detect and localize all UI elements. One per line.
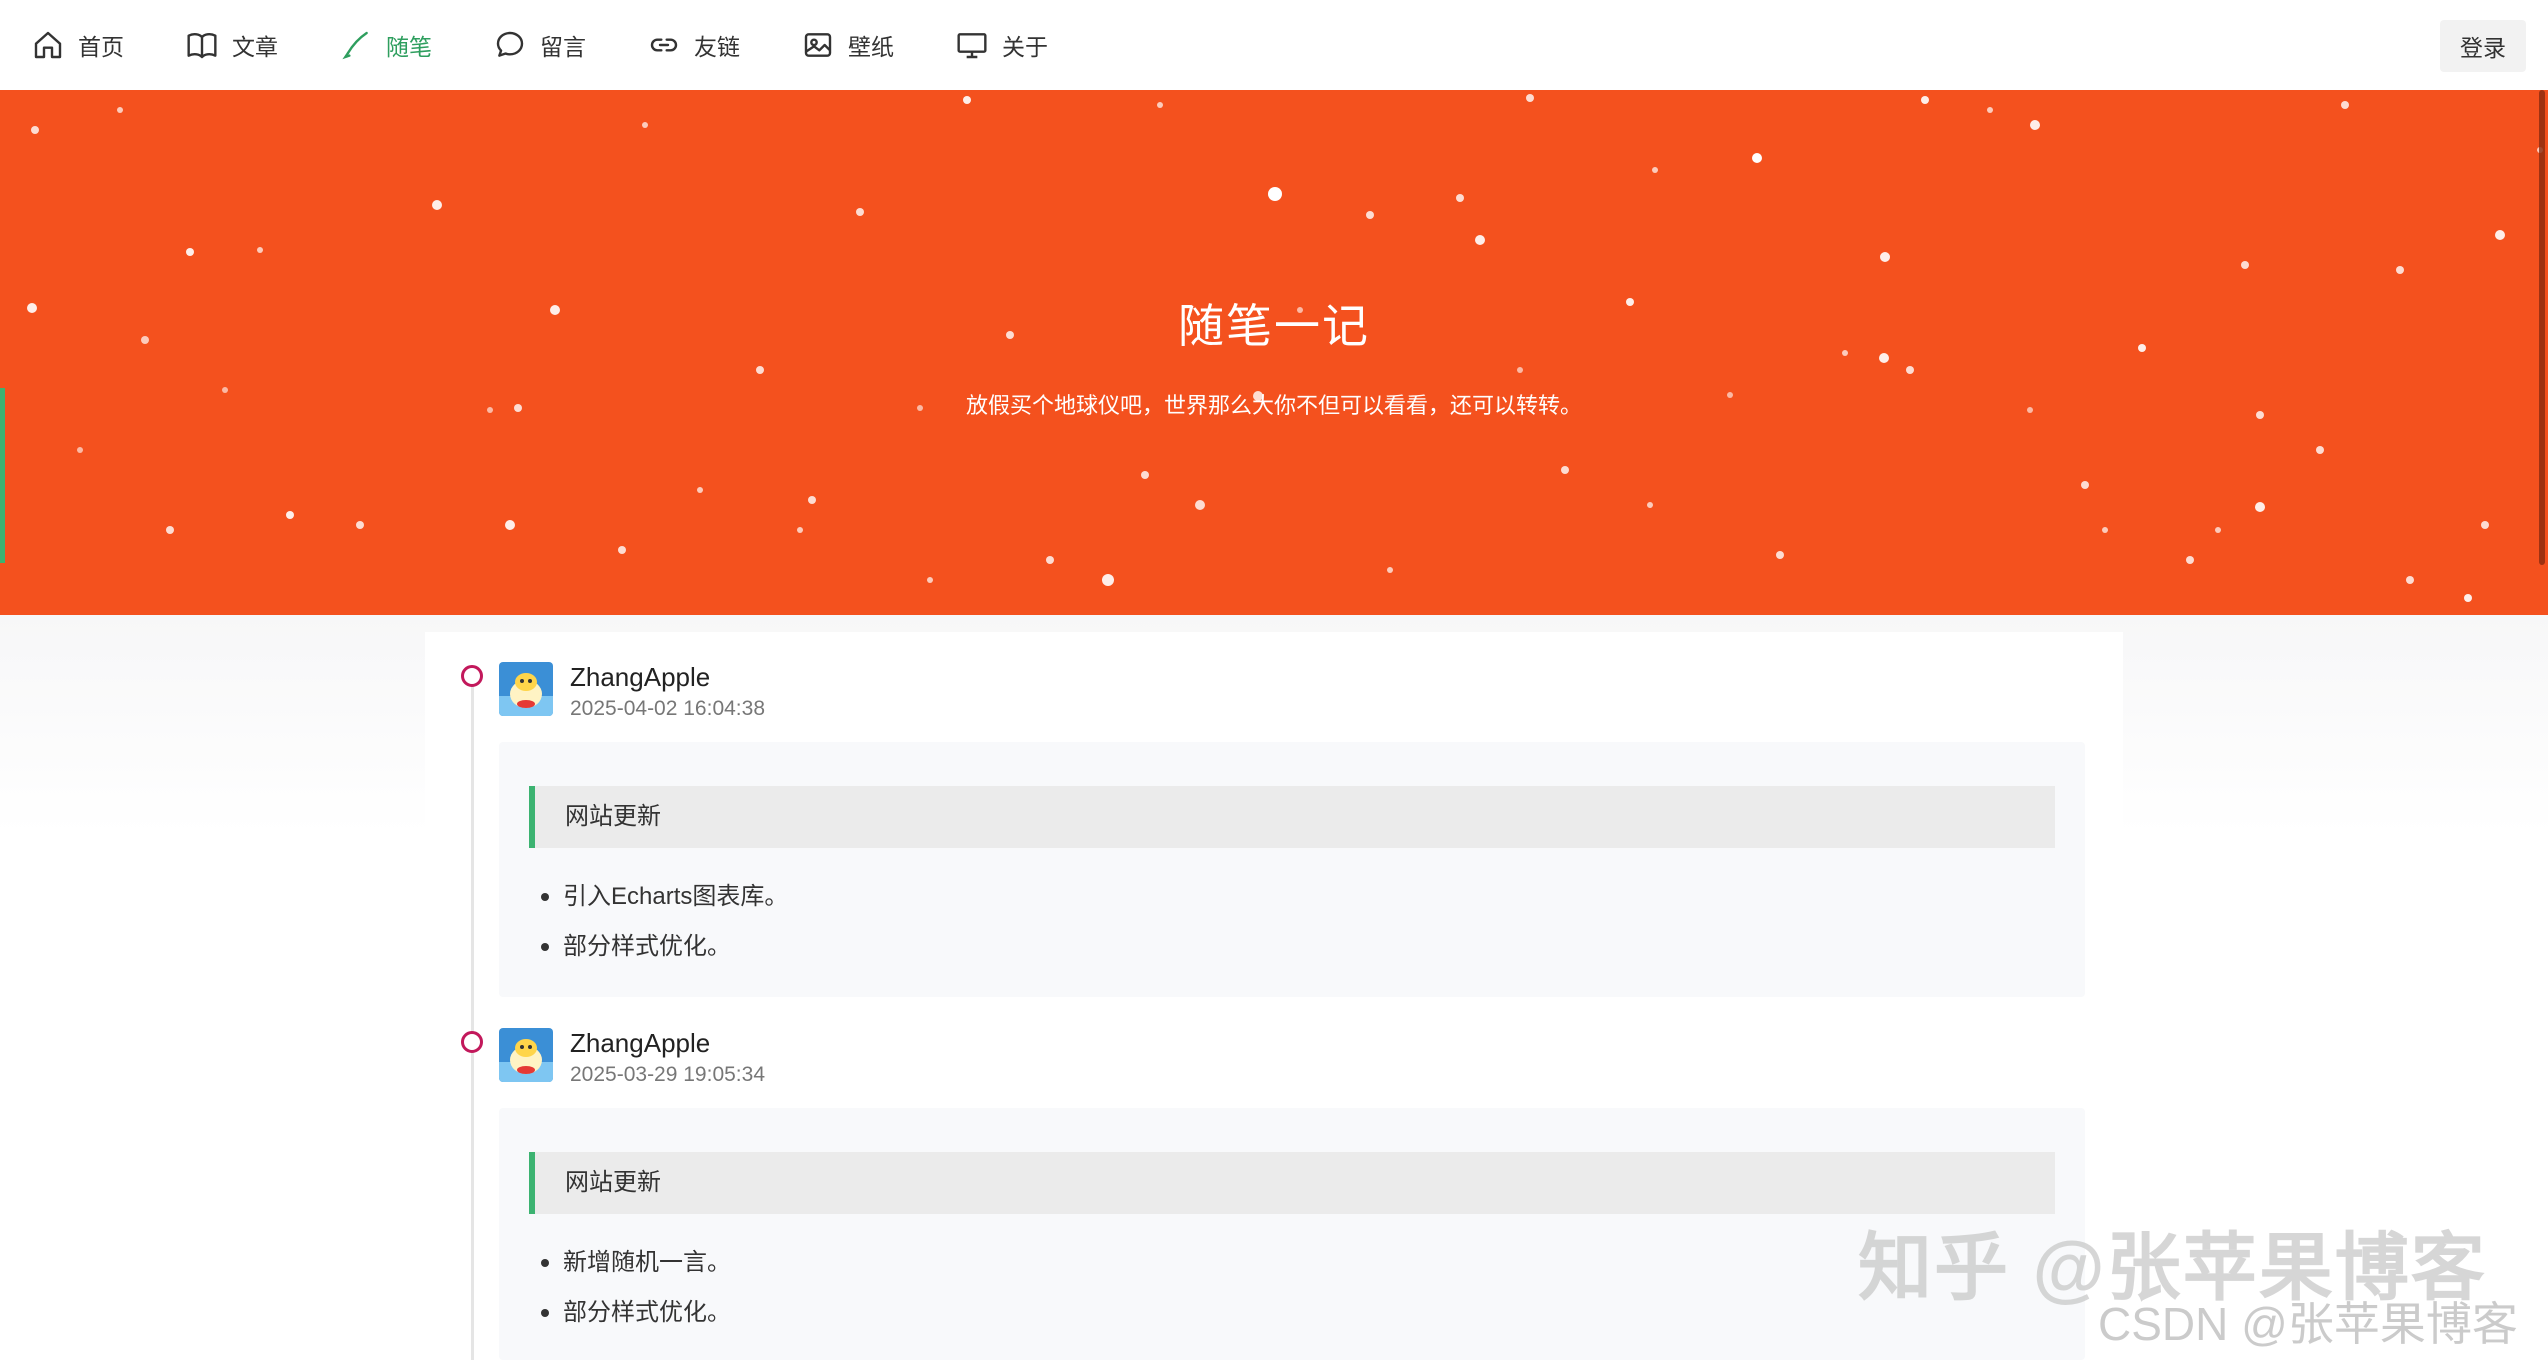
nav-item-links[interactable]: 友链: [648, 0, 740, 90]
book-icon: [186, 29, 218, 61]
chat-icon: [494, 29, 526, 61]
post-content: 网站更新 新增随机一言。 部分样式优化。: [499, 1108, 2085, 1360]
list-item: 新增随机一言。: [541, 1238, 731, 1288]
nav-item-label: 文章: [232, 28, 278, 62]
timeline-dot: [461, 665, 483, 687]
post-time: 2025-04-02 16:04:38: [570, 697, 765, 721]
list-item: 引入Echarts图表库。: [541, 872, 788, 922]
nav-item-about[interactable]: 关于: [956, 0, 1048, 90]
avatar-image: [499, 662, 553, 716]
list-item: 部分样式优化。: [541, 922, 788, 972]
nav-item-label: 随笔: [386, 28, 432, 62]
list-item: 部分样式优化。: [541, 1288, 731, 1338]
post-list: 引入Echarts图表库。 部分样式优化。: [541, 872, 788, 972]
post-list: 新增随机一言。 部分样式优化。: [541, 1238, 731, 1338]
image-icon: [802, 29, 834, 61]
avatar-image: [499, 1028, 553, 1082]
monitor-icon: [956, 29, 988, 61]
avatar[interactable]: [499, 662, 553, 716]
avatar[interactable]: [499, 1028, 553, 1082]
nav-item-label: 首页: [78, 28, 124, 62]
home-icon: [32, 29, 64, 61]
login-button[interactable]: 登录: [2440, 20, 2526, 72]
nav-item-label: 留言: [540, 28, 586, 62]
post-heading: 网站更新: [529, 1152, 2055, 1214]
nav-item-wallpaper[interactable]: 壁纸: [802, 0, 894, 90]
hero-subtitle: 放假买个地球仪吧，世界那么大你不但可以看看，还可以转转。: [0, 388, 2548, 420]
hero-title: 随笔一记: [0, 290, 2548, 356]
timeline-dot: [461, 1031, 483, 1053]
hero-banner: 随笔一记 放假买个地球仪吧，世界那么大你不但可以看看，还可以转转。: [0, 90, 2548, 615]
nav-item-messages[interactable]: 留言: [494, 0, 586, 90]
nav-item-label: 关于: [1002, 28, 1048, 62]
csdn-watermark: CSDN @张苹果博客: [2098, 1288, 2518, 1354]
nav-item-articles[interactable]: 文章: [186, 0, 278, 90]
author-name: ZhangApple: [570, 662, 710, 693]
post-heading: 网站更新: [529, 786, 2055, 848]
nav-item-label: 友链: [694, 28, 740, 62]
link-icon: [648, 29, 680, 61]
post-time: 2025-03-29 19:05:34: [570, 1063, 765, 1087]
top-nav: 首页 文章 随笔 留言 友链 壁纸 关于 登录: [0, 0, 2548, 90]
timeline-line: [471, 677, 474, 1360]
nav-item-home[interactable]: 首页: [32, 0, 124, 90]
pen-icon: [340, 29, 372, 61]
author-name: ZhangApple: [570, 1028, 710, 1059]
post-content: 网站更新 引入Echarts图表库。 部分样式优化。: [499, 742, 2085, 997]
nav-item-label: 壁纸: [848, 28, 894, 62]
nav-item-essays[interactable]: 随笔: [340, 0, 432, 90]
